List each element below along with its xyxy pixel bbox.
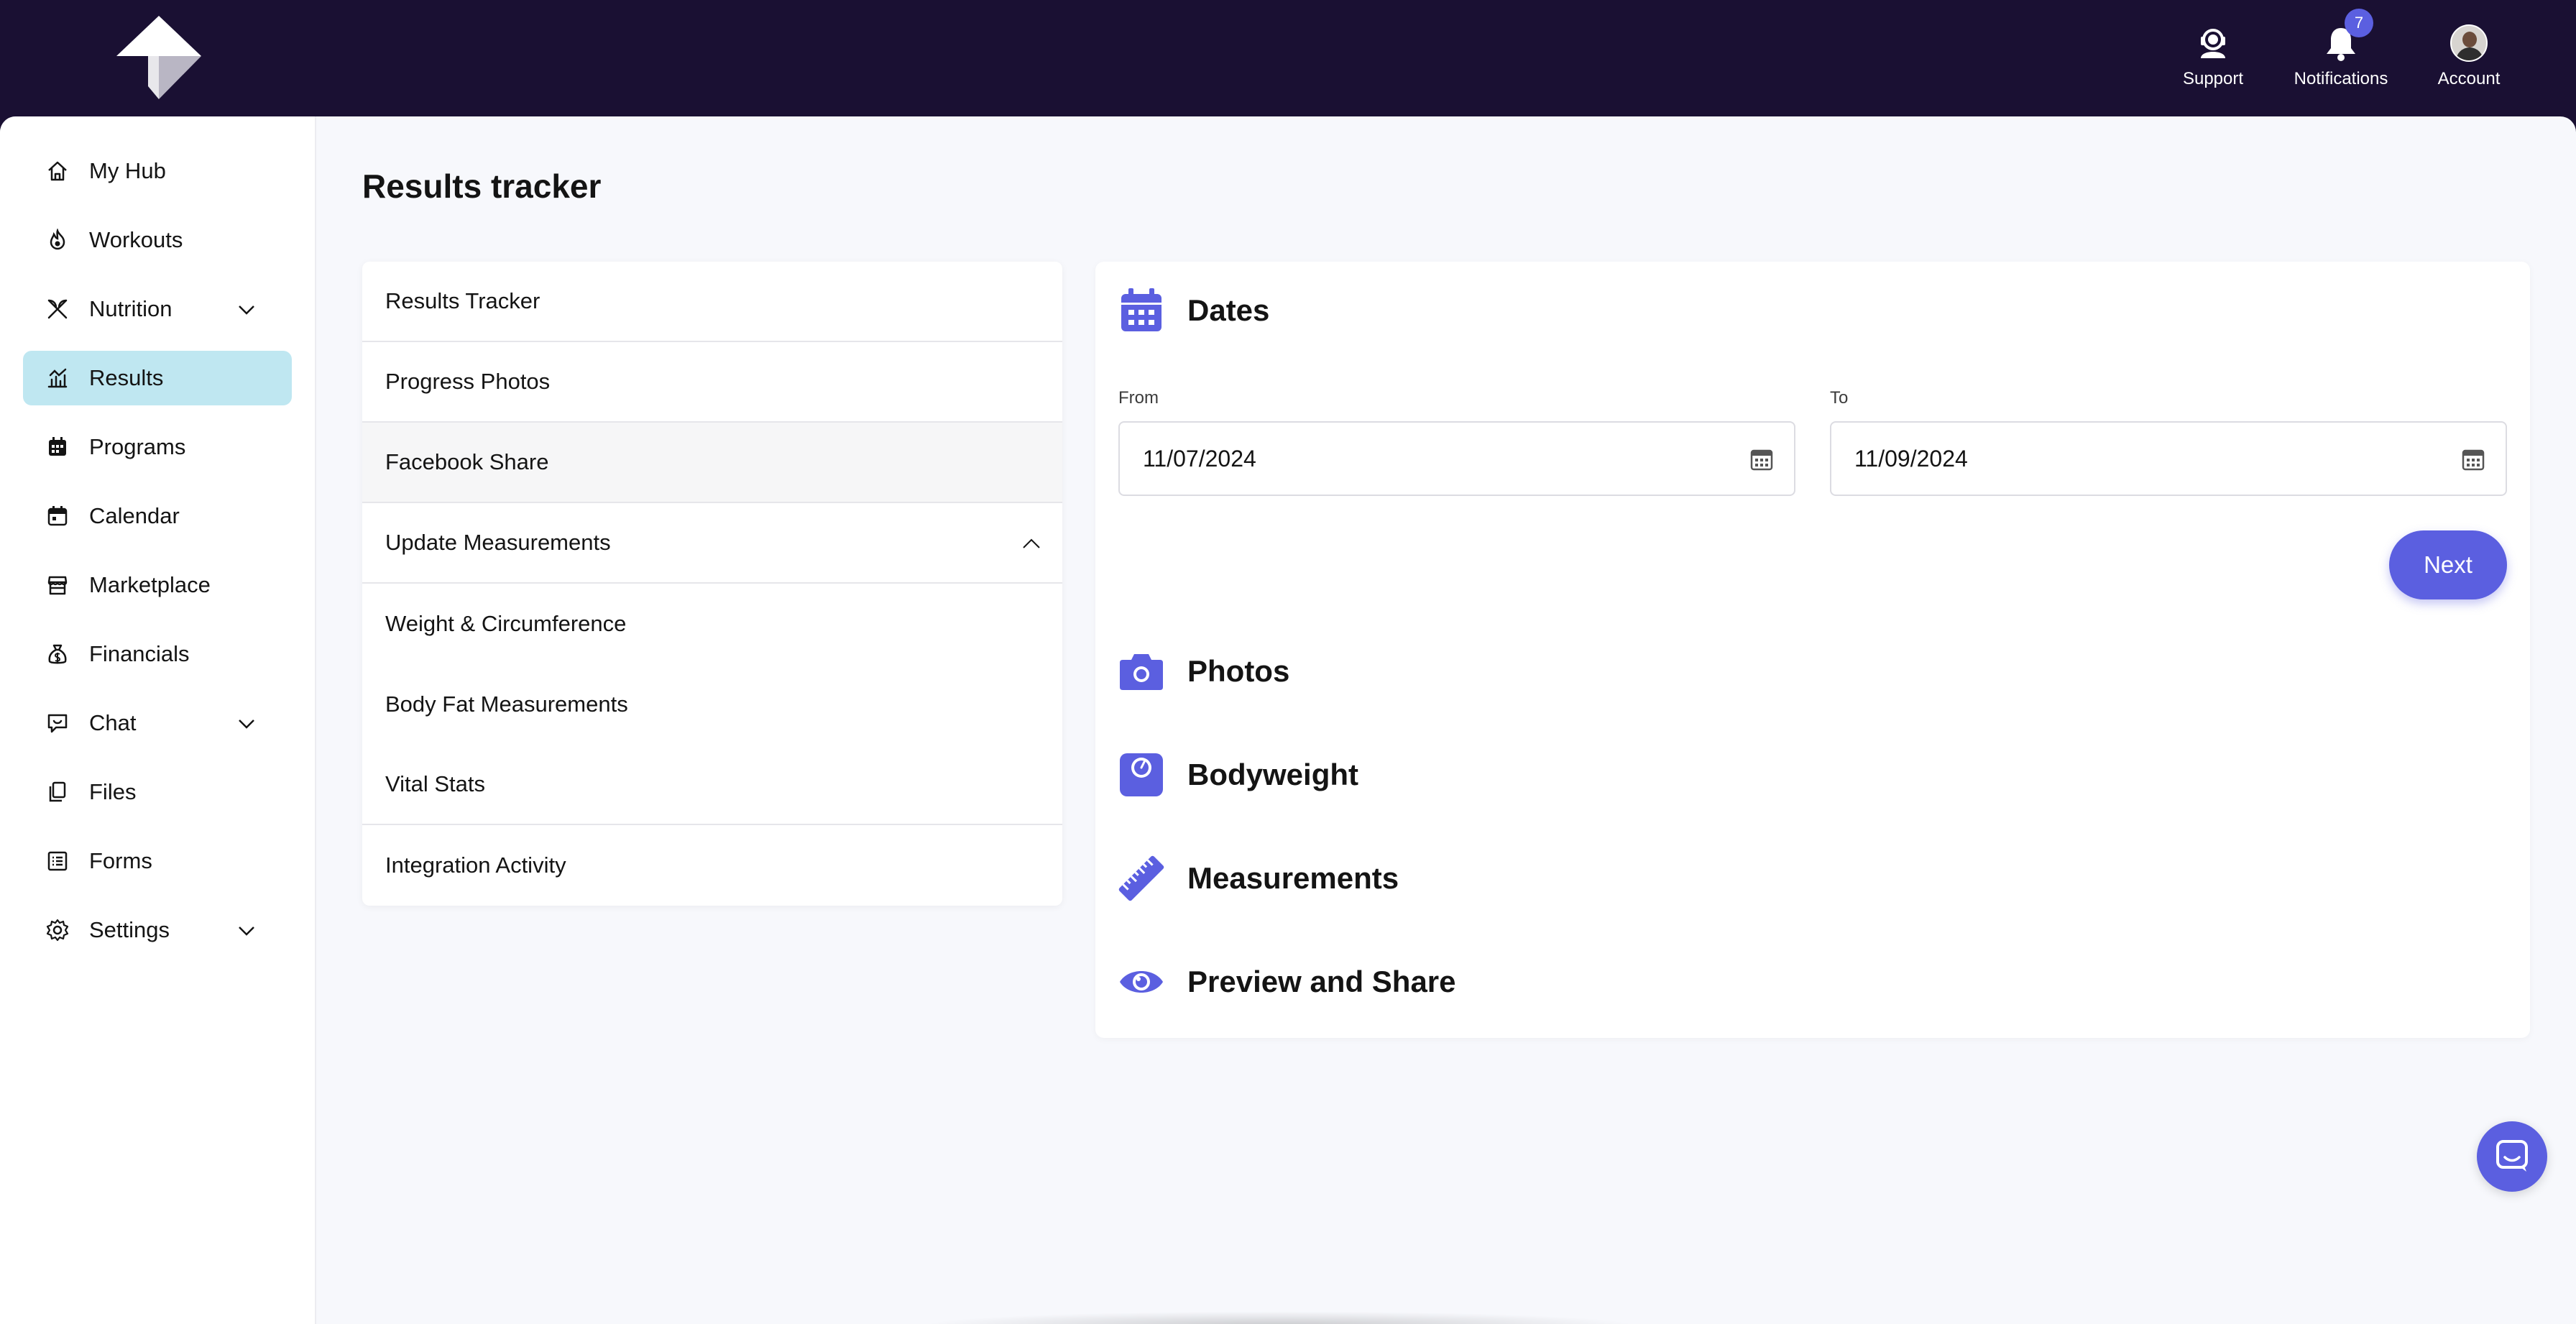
sidebar-item-settings[interactable]: Settings bbox=[23, 903, 292, 957]
eye-icon bbox=[1118, 959, 1164, 1005]
step-measurements[interactable]: Measurements bbox=[1118, 855, 1399, 901]
sidebar-item-label: Results bbox=[89, 365, 164, 390]
calendar-grid-icon bbox=[45, 434, 70, 460]
menu-item-label: Results Tracker bbox=[385, 288, 540, 313]
share-wizard: Dates From 11/07/2024 To 11/09/2024 Next… bbox=[1095, 262, 2530, 1038]
sidebar-item-label: Workouts bbox=[89, 227, 183, 252]
sidebar-item-results[interactable]: Results bbox=[23, 351, 292, 405]
chat-bubble-icon bbox=[2496, 1140, 2528, 1172]
page-title: Results tracker bbox=[362, 167, 602, 205]
sidebar-item-label: Files bbox=[89, 779, 137, 804]
chat-icon bbox=[45, 710, 70, 736]
notifications-label: Notifications bbox=[2294, 69, 2388, 88]
menu-item-facebook-share[interactable]: Facebook Share bbox=[362, 423, 1062, 503]
from-date-input[interactable]: 11/07/2024 bbox=[1118, 421, 1795, 496]
chevron-up-icon[interactable] bbox=[1019, 532, 1044, 556]
menu-item-label: Update Measurements bbox=[385, 530, 611, 555]
chat-launcher-button[interactable] bbox=[2477, 1121, 2547, 1192]
brand-logo[interactable] bbox=[112, 14, 206, 104]
chevron-down-icon[interactable] bbox=[236, 713, 257, 735]
sidebar-item-financials[interactable]: Financials bbox=[23, 627, 292, 681]
step-title: Preview and Share bbox=[1187, 965, 1456, 998]
menu-item-body-fat-measurements[interactable]: Body Fat Measurements bbox=[362, 664, 1062, 745]
account-button[interactable]: Account bbox=[2426, 22, 2511, 89]
menu-item-label: Body Fat Measurements bbox=[385, 691, 628, 717]
chevron-down-icon[interactable] bbox=[236, 299, 257, 321]
menu-item-label: Facebook Share bbox=[385, 449, 549, 474]
sidebar-item-my-hub[interactable]: My Hub bbox=[23, 144, 292, 198]
store-icon bbox=[45, 572, 70, 598]
chevron-down-icon[interactable] bbox=[236, 920, 257, 942]
step-photos[interactable]: Photos bbox=[1118, 648, 1289, 694]
menu-item-integration-activity[interactable]: Integration Activity bbox=[362, 825, 1062, 906]
menu-item-progress-photos[interactable]: Progress Photos bbox=[362, 342, 1062, 423]
sidebar-item-forms[interactable]: Forms bbox=[23, 834, 292, 888]
bottom-shadow bbox=[920, 1311, 1639, 1324]
sidebar-item-label: Chat bbox=[89, 710, 137, 735]
sidebar-item-calendar[interactable]: Calendar bbox=[23, 489, 292, 543]
form-icon bbox=[45, 848, 70, 874]
step-dates[interactable]: Dates bbox=[1118, 288, 1269, 334]
calendar-icon bbox=[1118, 288, 1164, 334]
menu-item-label: Progress Photos bbox=[385, 369, 551, 394]
menu-item-weight-circumference[interactable]: Weight & Circumference bbox=[362, 584, 1062, 664]
sidebar-item-programs[interactable]: Programs bbox=[23, 420, 292, 474]
calendar-icon[interactable] bbox=[1749, 447, 1774, 472]
step-bodyweight[interactable]: Bodyweight bbox=[1118, 752, 1358, 798]
gear-icon bbox=[45, 917, 70, 943]
notifications-button[interactable]: 7 Notifications bbox=[2294, 9, 2388, 89]
sidebar-item-label: Forms bbox=[89, 848, 152, 873]
step-preview-share[interactable]: Preview and Share bbox=[1118, 959, 1456, 1005]
from-date-value: 11/07/2024 bbox=[1143, 445, 1256, 472]
calendar-icon bbox=[45, 503, 70, 529]
step-title: Photos bbox=[1187, 654, 1290, 688]
sidebar-item-label: Financials bbox=[89, 641, 190, 666]
menu-item-label: Integration Activity bbox=[385, 852, 566, 878]
results-menu: Results Tracker Progress Photos Facebook… bbox=[362, 262, 1062, 906]
menu-item-results-tracker[interactable]: Results Tracker bbox=[362, 262, 1062, 342]
top-bar: Support 7 Notifications Account bbox=[0, 0, 2576, 116]
money-bag-icon bbox=[45, 641, 70, 667]
main-shell: My Hub Workouts Nutrition Results Progra… bbox=[0, 116, 2576, 1324]
camera-icon bbox=[1118, 648, 1164, 694]
step-title: Measurements bbox=[1187, 861, 1399, 895]
to-date-value: 11/09/2024 bbox=[1854, 445, 1968, 472]
sidebar-item-label: Settings bbox=[89, 917, 170, 942]
step-title: Bodyweight bbox=[1187, 758, 1358, 791]
chart-icon bbox=[45, 365, 70, 391]
sidebar: My Hub Workouts Nutrition Results Progra… bbox=[0, 116, 316, 1324]
sidebar-item-label: Programs bbox=[89, 434, 186, 459]
sidebar-item-label: Nutrition bbox=[89, 296, 172, 321]
step-title: Dates bbox=[1187, 293, 1270, 327]
flame-icon bbox=[45, 227, 70, 253]
menu-item-vital-stats[interactable]: Vital Stats bbox=[362, 745, 1062, 825]
to-label: To bbox=[1830, 388, 1849, 408]
sidebar-item-files[interactable]: Files bbox=[23, 765, 292, 819]
sidebar-item-label: Marketplace bbox=[89, 572, 211, 597]
avatar bbox=[2450, 24, 2488, 62]
account-label: Account bbox=[2437, 69, 2501, 88]
support-label: Support bbox=[2182, 69, 2244, 88]
notifications-badge: 7 bbox=[2345, 9, 2373, 37]
scale-icon bbox=[1118, 752, 1164, 798]
from-label: From bbox=[1118, 388, 1159, 408]
menu-item-label: Weight & Circumference bbox=[385, 611, 627, 636]
sidebar-item-workouts[interactable]: Workouts bbox=[23, 213, 292, 267]
next-button[interactable]: Next bbox=[2389, 530, 2507, 599]
to-date-input[interactable]: 11/09/2024 bbox=[1830, 421, 2507, 496]
home-icon bbox=[45, 158, 70, 184]
calendar-icon[interactable] bbox=[2461, 447, 2485, 472]
sidebar-item-nutrition[interactable]: Nutrition bbox=[23, 282, 292, 336]
support-button[interactable]: Support bbox=[2171, 22, 2255, 89]
files-icon bbox=[45, 779, 70, 805]
sidebar-item-chat[interactable]: Chat bbox=[23, 696, 292, 750]
menu-item-label: Vital Stats bbox=[385, 771, 486, 796]
sidebar-item-marketplace[interactable]: Marketplace bbox=[23, 558, 292, 612]
menu-item-update-measurements[interactable]: Update Measurements bbox=[362, 503, 1062, 584]
sidebar-item-label: Calendar bbox=[89, 503, 180, 528]
ruler-icon bbox=[1118, 855, 1164, 901]
utensils-icon bbox=[45, 296, 70, 322]
sidebar-item-label: My Hub bbox=[89, 158, 166, 183]
headset-icon bbox=[2191, 22, 2235, 65]
